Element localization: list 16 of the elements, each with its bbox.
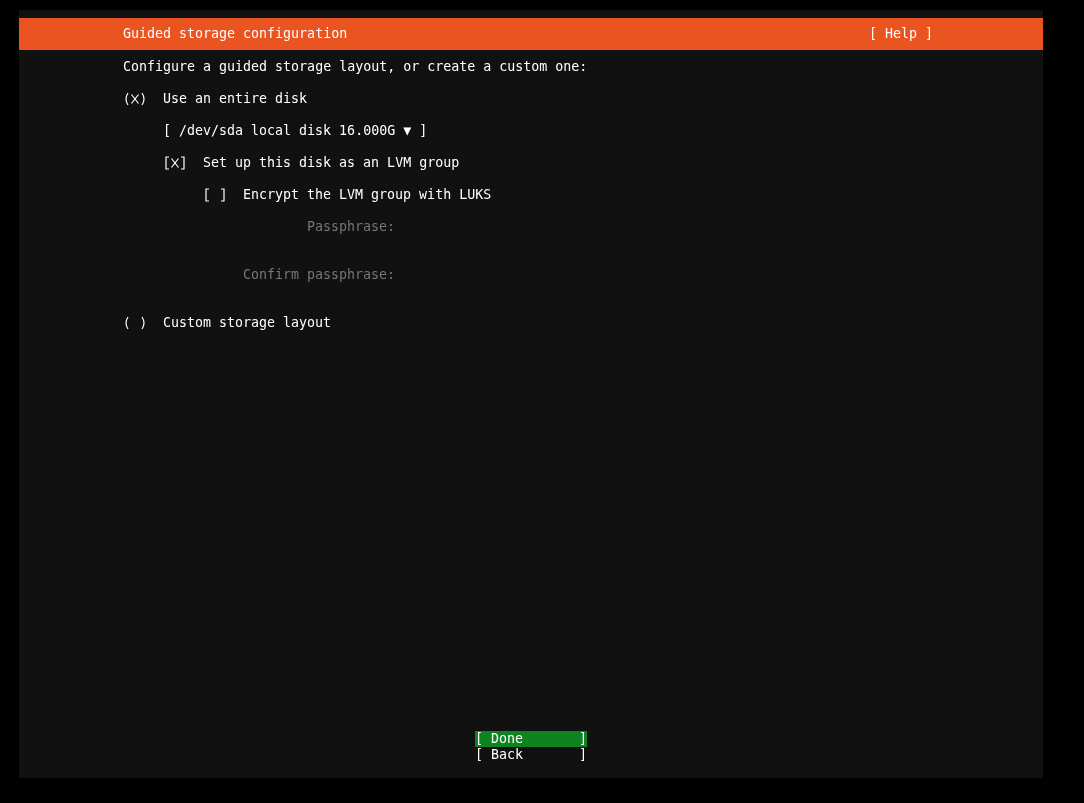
checkbox[interactable] (163, 155, 187, 171)
radio-button[interactable] (123, 91, 147, 107)
radio-label: Custom storage layout (163, 315, 332, 331)
radio-label: Use an entire disk (163, 91, 308, 107)
menu-button[interactable]: [ Back ] (475, 747, 587, 763)
field-label: Passphrase: (306, 219, 395, 235)
menu-button[interactable]: [ Done ] (475, 731, 587, 747)
checkbox[interactable] (203, 187, 227, 203)
field-label: Confirm passphrase: (242, 267, 395, 283)
screen-title: Guided storage configuration (123, 26, 348, 42)
intro-text: Configure a guided storage layout, or create a custom one: (123, 59, 589, 75)
help-button[interactable]: [ Help ] (868, 26, 933, 42)
radio-button[interactable] (123, 315, 147, 331)
checkbox-label: Encrypt the LVM group with LUKS (243, 187, 492, 203)
disk-dropdown[interactable]: [ /dev/sda local disk 16.000G ▼ ] (163, 123, 428, 139)
checkbox-label: Set up this disk as an LVM group (203, 155, 460, 171)
